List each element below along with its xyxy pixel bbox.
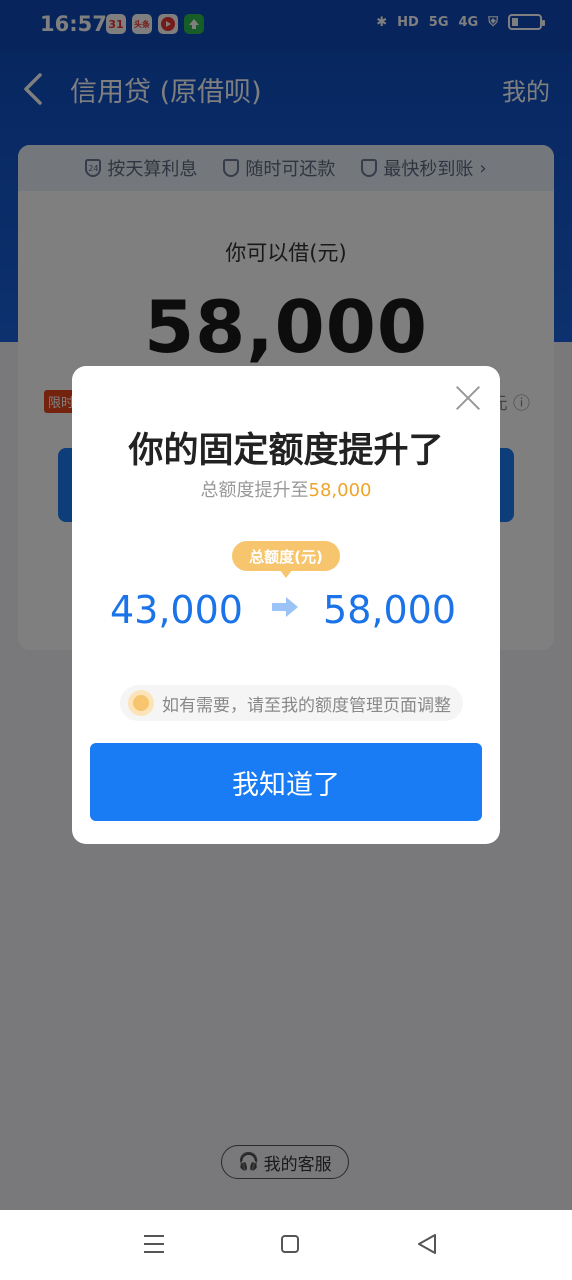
credit-loan-page: 16:57 31 头条 ✱ HD 5G 4G ⛨ 信用贷 (原借呗) 我的 24… (0, 0, 572, 1210)
menu-icon[interactable] (144, 1235, 164, 1253)
total-limit-badge: 总额度(元) (232, 541, 340, 578)
arrow-right-icon (272, 597, 298, 617)
close-icon[interactable] (454, 384, 482, 412)
modal-subtitle: 总额度提升至58,000 (200, 480, 372, 501)
credit-increase-modal: 你的固定额度提升了 总额度提升至58,000 总额度(元) 43,000 58,… (72, 366, 500, 844)
system-navigation-bar (0, 1210, 572, 1280)
home-icon[interactable] (281, 1235, 299, 1253)
new-limit-amount: 58,000 (323, 588, 456, 632)
coin-icon (128, 690, 154, 716)
modal-title: 你的固定额度提升了 (128, 431, 444, 471)
adjust-notice: 如有需要，请至我的额度管理页面调整 (120, 685, 463, 721)
back-triangle-icon[interactable] (415, 1232, 439, 1256)
old-limit-amount: 43,000 (110, 588, 243, 632)
confirm-button[interactable]: 我知道了 (90, 743, 482, 821)
